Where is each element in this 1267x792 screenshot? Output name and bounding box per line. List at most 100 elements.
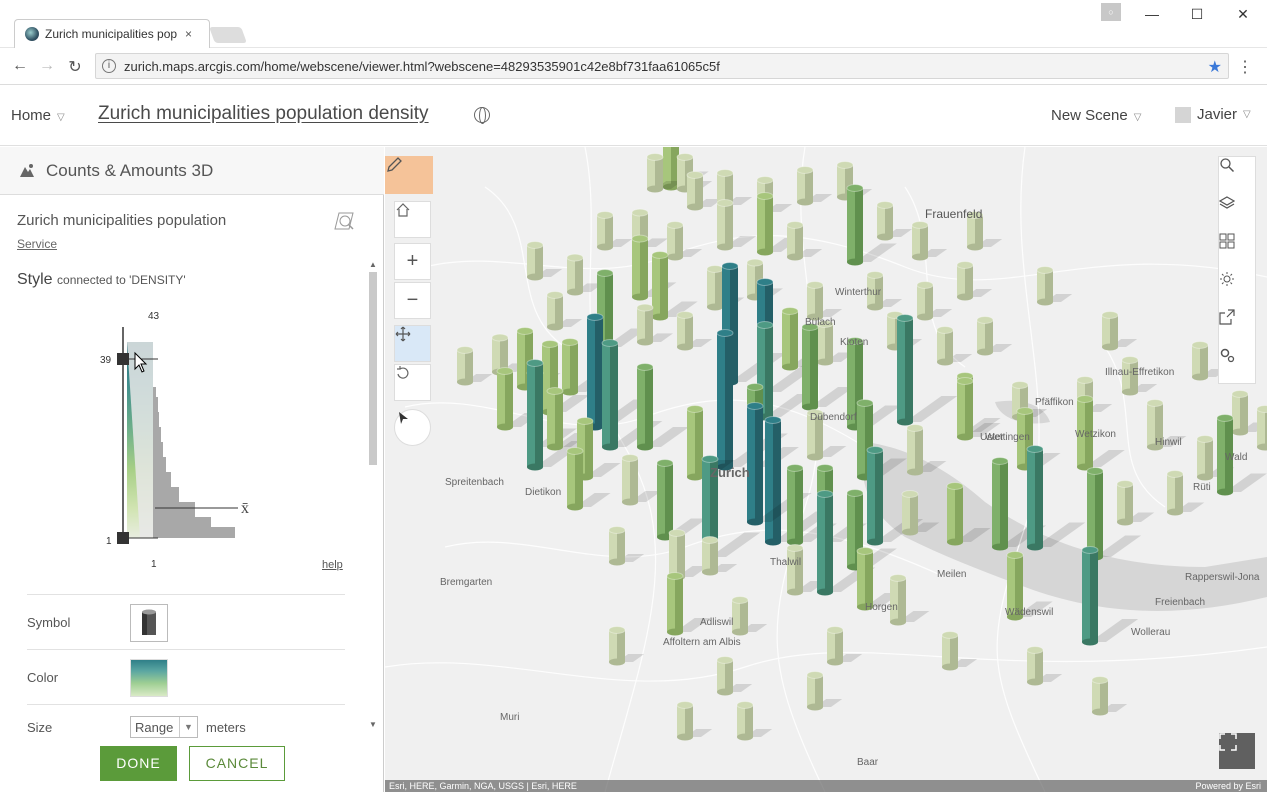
density-column[interactable]: [686, 171, 723, 211]
density-column[interactable]: [456, 346, 493, 386]
new-tab-button[interactable]: [209, 27, 247, 43]
map-canvas[interactable]: [385, 147, 1267, 792]
tab-close-icon[interactable]: ×: [185, 27, 192, 41]
place-label: Horgen: [865, 602, 898, 613]
density-column[interactable]: [676, 311, 713, 351]
histogram-widget: x̄: [117, 327, 249, 544]
minimize-button[interactable]: —: [1142, 6, 1162, 22]
pan-arrows-icon: [395, 326, 411, 342]
zoom-out-button[interactable]: −: [394, 282, 431, 319]
bookmark-star-icon[interactable]: ★: [1208, 57, 1222, 77]
density-column[interactable]: [666, 221, 703, 261]
density-column[interactable]: [889, 574, 930, 626]
scroll-thumb[interactable]: [369, 272, 377, 465]
daylight-button[interactable]: [1219, 271, 1255, 309]
density-column[interactable]: [936, 326, 973, 366]
search-button[interactable]: [1219, 157, 1255, 195]
maximize-button[interactable]: ☐: [1187, 6, 1207, 23]
place-label: Dübendorf: [810, 412, 857, 423]
back-arrow-icon[interactable]: ←: [10, 57, 30, 75]
cylinder-icon: [142, 609, 156, 635]
powered-by-text[interactable]: Powered by Esri: [1195, 780, 1261, 792]
scroll-up-icon[interactable]: ▲: [369, 260, 377, 269]
home-icon: [396, 203, 410, 217]
density-column[interactable]: [736, 701, 773, 741]
layers-button[interactable]: [1219, 195, 1255, 233]
symbol-swatch[interactable]: [130, 604, 168, 642]
top-handle[interactable]: [117, 353, 129, 365]
color-ramp-swatch[interactable]: [130, 659, 168, 697]
density-column[interactable]: [1116, 480, 1155, 526]
density-column[interactable]: [716, 656, 753, 696]
reload-icon[interactable]: ↻: [65, 57, 85, 77]
density-column[interactable]: [941, 631, 978, 671]
home-menu[interactable]: Home ▽: [11, 107, 65, 124]
size-mode-select[interactable]: Range ▼: [130, 716, 198, 738]
help-link[interactable]: help: [322, 559, 343, 571]
density-column[interactable]: [716, 199, 757, 251]
site-info-icon[interactable]: i: [102, 59, 116, 73]
compass-button[interactable]: [394, 409, 431, 446]
address-bar[interactable]: i zurich.maps.arcgis.com/home/webscene/v…: [95, 53, 1229, 79]
place-label: Baar: [857, 757, 879, 768]
rotate-button[interactable]: [394, 364, 431, 401]
density-column[interactable]: [796, 166, 833, 206]
density-column[interactable]: [608, 526, 645, 566]
avatar: [1175, 106, 1191, 123]
basemap-gallery-icon: [1219, 233, 1235, 249]
density-column[interactable]: [1026, 445, 1086, 551]
user-menu[interactable]: Javier ▽: [1175, 106, 1251, 123]
density-column[interactable]: [636, 363, 689, 451]
density-column[interactable]: [526, 241, 563, 281]
minus-icon: −: [406, 289, 419, 311]
settings-button[interactable]: [1219, 347, 1255, 385]
density-column[interactable]: [676, 701, 713, 741]
density-column[interactable]: [956, 261, 993, 301]
color-label: Color: [27, 670, 59, 685]
share-button[interactable]: [1219, 309, 1255, 347]
home-view-button[interactable]: [394, 201, 431, 238]
cancel-button[interactable]: CANCEL: [189, 746, 285, 781]
browser-tab[interactable]: Zurich municipalities pop ×: [14, 19, 210, 48]
profile-chip-icon[interactable]: ○: [1101, 3, 1121, 21]
panel-scrollbar[interactable]: ▲ ▼: [366, 260, 379, 730]
bottom-handle[interactable]: [117, 532, 129, 544]
forward-arrow-icon[interactable]: →: [37, 57, 57, 75]
density-column[interactable]: [608, 626, 645, 666]
density-column[interactable]: [876, 201, 913, 241]
density-column[interactable]: [651, 251, 698, 321]
scene-title[interactable]: Zurich municipalities population density: [98, 103, 429, 125]
basemap-button[interactable]: [1219, 233, 1255, 271]
density-column[interactable]: [731, 596, 768, 636]
chevron-down-icon: ▼: [179, 717, 197, 737]
browser-menu-icon[interactable]: ⋮: [1237, 57, 1253, 77]
place-label: Pfäffikon: [1035, 397, 1074, 408]
density-column[interactable]: [806, 671, 843, 711]
pan-button[interactable]: [394, 325, 431, 362]
symbol-label: Symbol: [27, 615, 71, 630]
new-scene-menu[interactable]: New Scene ▽: [1051, 107, 1141, 124]
scroll-down-icon[interactable]: ▼: [369, 720, 377, 729]
density-column[interactable]: [911, 221, 948, 261]
density-column[interactable]: [976, 316, 1013, 356]
density-column[interactable]: [826, 626, 863, 666]
density-column[interactable]: [786, 221, 823, 261]
edit-pencil-button[interactable]: [385, 156, 433, 194]
density-column[interactable]: [1101, 311, 1138, 351]
density-column[interactable]: [1026, 646, 1063, 686]
fullscreen-button[interactable]: [1219, 733, 1255, 769]
close-window-button[interactable]: ✕: [1233, 6, 1253, 23]
density-column[interactable]: [916, 281, 953, 321]
density-column[interactable]: [1256, 405, 1267, 451]
scene-view[interactable]: Frauenfeld Winterthur Zurich Meilen Bremgart…: [385, 147, 1267, 792]
density-column[interactable]: [546, 291, 583, 331]
browser-navbar: ← → ↻ i zurich.maps.arcgis.com/home/webs…: [0, 49, 1267, 85]
compass-icon: [399, 412, 408, 424]
density-column[interactable]: [906, 424, 947, 476]
done-button[interactable]: DONE: [100, 746, 177, 781]
density-column[interactable]: [1091, 676, 1128, 716]
density-column[interactable]: [596, 211, 633, 251]
histogram-top-handle-label: 39: [100, 355, 112, 366]
zoom-in-button[interactable]: +: [394, 243, 431, 280]
density-column[interactable]: [601, 339, 663, 451]
